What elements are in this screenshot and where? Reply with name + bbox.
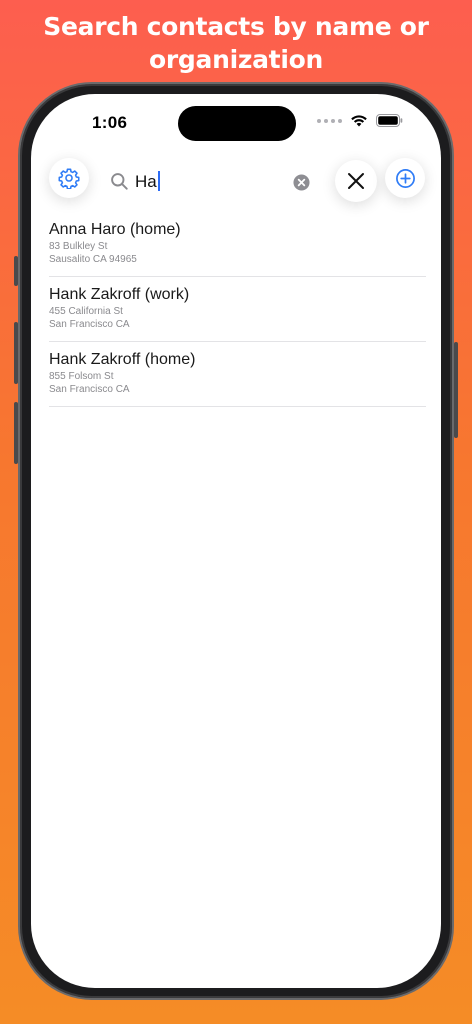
search-input[interactable]: Ha bbox=[135, 170, 285, 194]
result-row[interactable]: Anna Haro (home) 83 Bulkley St Sausalito… bbox=[49, 212, 426, 277]
result-street: 83 Bulkley St bbox=[49, 241, 108, 252]
result-name: Hank Zakroff (work) bbox=[49, 286, 190, 303]
promo-line-1: Search contacts by name or bbox=[43, 12, 429, 41]
close-search-button[interactable] bbox=[335, 160, 377, 202]
close-x-icon bbox=[348, 173, 364, 189]
dynamic-island bbox=[178, 106, 296, 141]
promo-headline: Search contacts by name or organization bbox=[0, 10, 472, 76]
text-caret bbox=[157, 171, 160, 191]
result-city: San Francisco CA bbox=[49, 319, 130, 330]
status-indicators bbox=[317, 114, 403, 127]
phone-side-button bbox=[454, 342, 458, 438]
gear-icon bbox=[58, 168, 80, 189]
phone-side-button bbox=[14, 322, 18, 384]
status-time: 1:06 bbox=[92, 113, 128, 132]
result-row[interactable]: Hank Zakroff (home) 855 Folsom St San Fr… bbox=[49, 342, 426, 407]
result-city: Sausalito CA 94965 bbox=[49, 254, 137, 265]
result-name: Anna Haro (home) bbox=[49, 221, 181, 238]
cellular-signal-icon bbox=[317, 118, 342, 123]
app-screen: 1:06 Ha Anna Haro (home) 83 Bulkley St S… bbox=[31, 94, 441, 988]
search-icon-wrap bbox=[110, 172, 129, 196]
promo-line-2: organization bbox=[149, 45, 323, 74]
clear-search-button[interactable] bbox=[293, 174, 310, 196]
add-contact-button[interactable] bbox=[385, 158, 425, 198]
search-input-value: Ha bbox=[135, 172, 157, 191]
result-name: Hank Zakroff (home) bbox=[49, 351, 196, 368]
settings-button[interactable] bbox=[49, 158, 89, 198]
phone-frame: 1:06 Ha Anna Haro (home) 83 Bulkley St S… bbox=[14, 82, 458, 1000]
phone-side-button bbox=[14, 402, 18, 464]
phone-side-button bbox=[14, 256, 18, 286]
battery-icon bbox=[376, 114, 403, 127]
plus-circle-icon bbox=[395, 168, 415, 188]
result-street: 455 California St bbox=[49, 306, 123, 317]
magnifier-icon bbox=[111, 173, 128, 190]
result-city: San Francisco CA bbox=[49, 384, 130, 395]
result-street: 855 Folsom St bbox=[49, 371, 114, 382]
wifi-icon bbox=[351, 115, 367, 127]
search-results-list: Anna Haro (home) 83 Bulkley St Sausalito… bbox=[49, 212, 426, 407]
clear-x-circle-icon bbox=[293, 174, 310, 191]
result-row[interactable]: Hank Zakroff (work) 455 California St Sa… bbox=[49, 277, 426, 342]
